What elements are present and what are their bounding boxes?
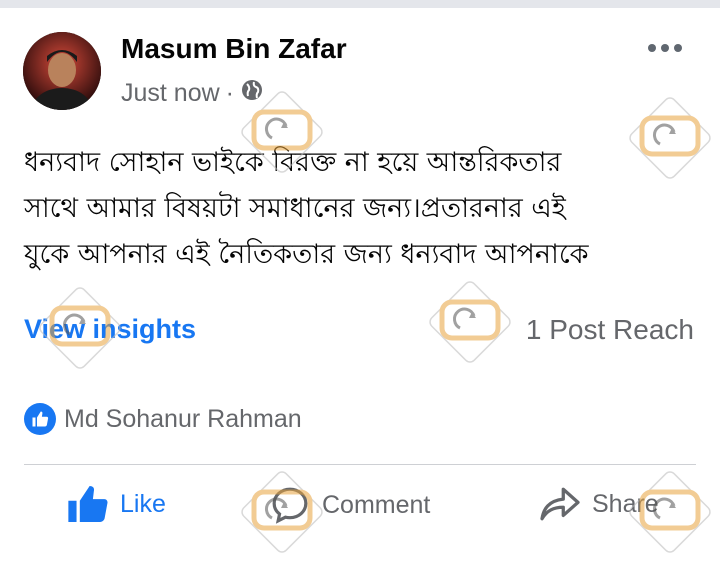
comment-button[interactable]: Comment — [270, 486, 430, 524]
post-text: ধন্যবাদ সোহান ভাইকে বিরক্ত না হয়ে আন্তর… — [24, 140, 704, 278]
comment-icon — [272, 487, 308, 524]
avatar-image — [23, 32, 101, 110]
post-meta: Just now · — [121, 78, 264, 109]
post-text-line: সাথে আমার বিষয়টা সমাধানের জন্য।প্রতারনা… — [24, 193, 566, 224]
more-dot-icon — [674, 44, 682, 52]
meta-separator: · — [225, 79, 234, 107]
comment-label: Comment — [322, 490, 431, 519]
share-icon — [540, 487, 580, 521]
reactor-names: Md Sohanur Rahman — [64, 404, 302, 433]
view-insights-link[interactable]: View insights — [24, 314, 196, 345]
thumbs-up-icon — [68, 486, 108, 522]
more-options-button[interactable] — [648, 44, 682, 52]
watermark-logo — [429, 281, 511, 363]
author-name[interactable]: Masum Bin Zafar — [121, 33, 347, 65]
divider — [24, 464, 696, 465]
timestamp[interactable]: Just now — [121, 79, 220, 108]
like-button[interactable]: Like — [68, 486, 166, 522]
avatar[interactable] — [23, 32, 101, 110]
top-border — [0, 0, 720, 8]
post-text-line: যুকে আপনার এই নৈতিকতার জন্য ধন্যবাদ আপনা… — [24, 239, 589, 270]
more-dot-icon — [648, 44, 656, 52]
globe-icon[interactable] — [240, 78, 264, 109]
more-dot-icon — [661, 44, 669, 52]
reaction-summary[interactable]: Md Sohanur Rahman — [24, 403, 302, 435]
like-label: Like — [120, 489, 166, 518]
share-label: Share — [592, 489, 659, 518]
post-reach[interactable]: 1 Post Reach — [526, 314, 694, 346]
share-button[interactable]: Share — [540, 486, 659, 522]
like-icon — [24, 403, 56, 435]
post-text-line: ধন্যবাদ সোহান ভাইকে বিরক্ত না হয়ে আন্তর… — [24, 147, 562, 178]
